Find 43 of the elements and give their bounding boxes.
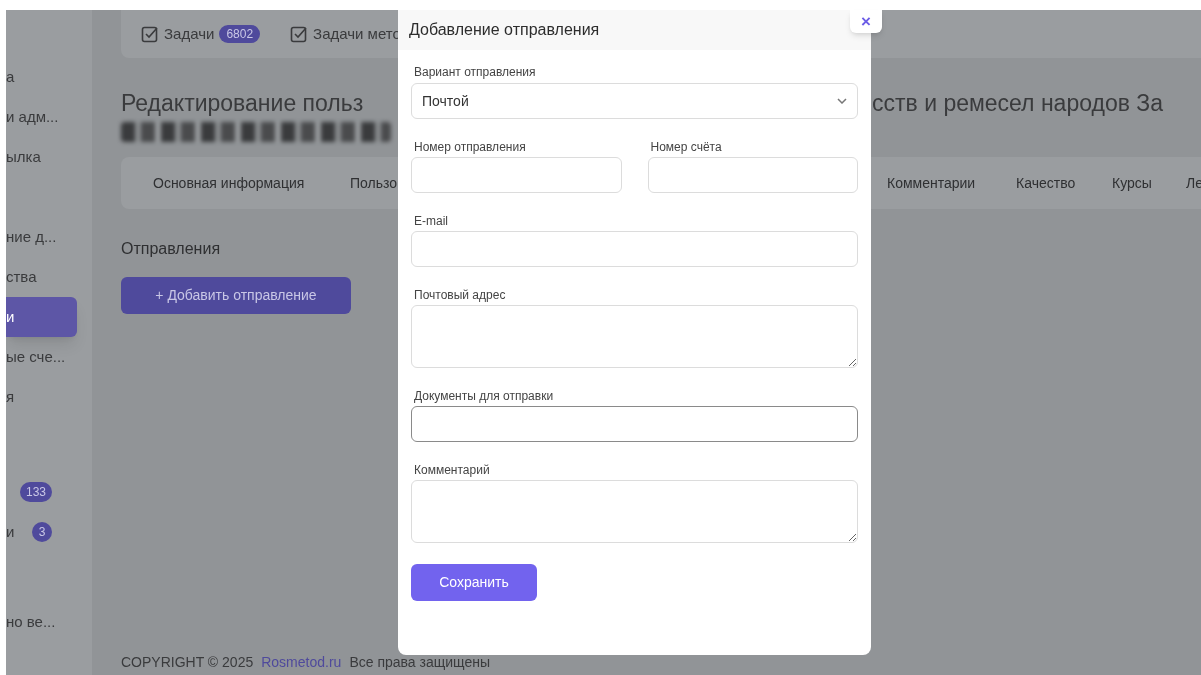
dialog-title: Добавление отправления bbox=[409, 20, 600, 40]
field-label: Вариант отправления bbox=[413, 64, 537, 81]
count-badge: 6802 bbox=[219, 25, 261, 43]
save-button[interactable]: Сохранить bbox=[411, 564, 537, 601]
tab[interactable]: Курсы bbox=[1112, 174, 1152, 191]
text-area[interactable] bbox=[411, 480, 858, 543]
tab[interactable]: Основная информация bbox=[153, 174, 305, 191]
checkbox-icon bbox=[290, 25, 309, 43]
chevron-down-icon bbox=[837, 98, 847, 104]
field-label: Комментарий bbox=[413, 462, 491, 479]
field-label: Почтовый адрес bbox=[413, 287, 507, 304]
sidebar-item[interactable]: а bbox=[6, 65, 15, 89]
field-label: E-mail bbox=[413, 213, 449, 230]
sidebar-item[interactable]: ние д... bbox=[6, 225, 57, 249]
page-title: сств и ремесел народов За bbox=[872, 89, 1163, 118]
tab[interactable]: Пользо bbox=[350, 174, 398, 191]
footer-link[interactable]: Rosmetod.ru bbox=[261, 652, 342, 673]
add-button[interactable]: + Добавить отправление bbox=[121, 277, 351, 314]
sidebar-item[interactable]: и адм... bbox=[6, 105, 59, 129]
checkbox-icon bbox=[141, 25, 159, 43]
rights-text: Все права защищены bbox=[349, 653, 490, 672]
sidebar-item[interactable]: ые сче... bbox=[6, 345, 66, 369]
sidebar-item[interactable]: я bbox=[6, 385, 15, 409]
page-title: Редактирование польз bbox=[121, 90, 364, 116]
sidebar-item[interactable]: но ве... bbox=[6, 610, 56, 634]
section-title: Отправления bbox=[121, 240, 221, 257]
sidebar-item[interactable]: ылка bbox=[6, 145, 41, 169]
field-label: Номер отправления bbox=[413, 139, 527, 156]
text-area[interactable] bbox=[411, 305, 858, 368]
copyright-text: COPYRIGHT © 2025 bbox=[121, 653, 254, 672]
close-button[interactable]: × bbox=[850, 10, 882, 33]
count-badge: 133 bbox=[19, 482, 52, 502]
sidebar-item[interactable]: ства bbox=[6, 265, 37, 289]
tasks-link[interactable]: Задачи bbox=[164, 22, 215, 46]
count-badge: 3 bbox=[32, 522, 52, 542]
select-field[interactable]: Почтой bbox=[411, 83, 858, 119]
input-field[interactable] bbox=[411, 406, 858, 442]
field-label: Документы для отправки bbox=[413, 388, 555, 405]
sidebar-item[interactable]: и bbox=[6, 297, 77, 337]
field-label: Номер счёта bbox=[649, 139, 723, 156]
tab[interactable]: Комментарии bbox=[887, 174, 976, 191]
tab[interactable]: Качество bbox=[1016, 174, 1076, 191]
sidebar-item[interactable]: и bbox=[6, 520, 15, 544]
